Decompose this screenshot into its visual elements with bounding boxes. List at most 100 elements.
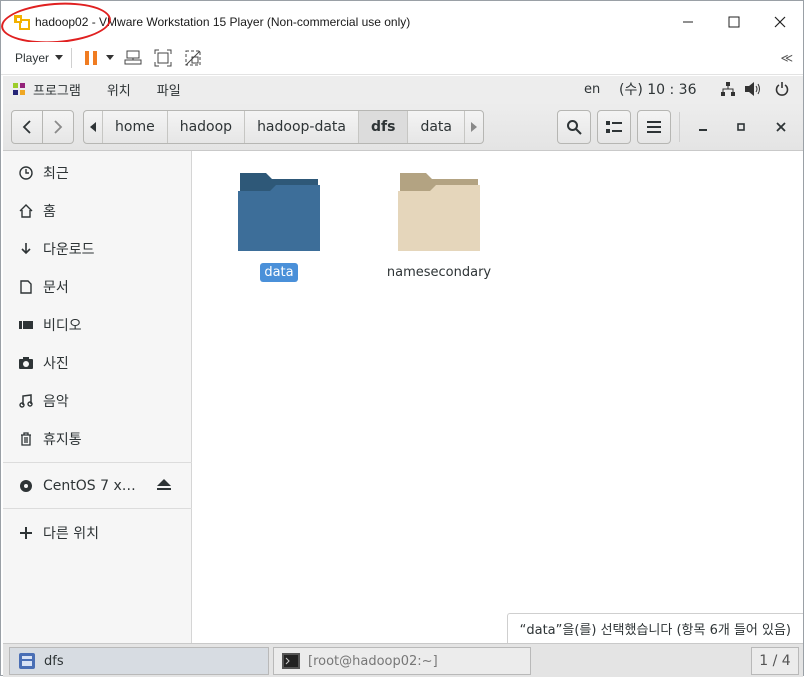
fullscreen-icon — [154, 49, 172, 67]
nautilus-close-button[interactable] — [767, 110, 795, 144]
selection-status: “data”을(를) 선택했습니다 (항목 6개 들어 있음) — [506, 613, 803, 643]
music-icon — [17, 392, 35, 410]
sidebar-item-pictures[interactable]: 사진 — [3, 344, 192, 382]
nautilus-maximize-button[interactable] — [727, 110, 755, 144]
power-icon[interactable] — [775, 81, 789, 97]
clock[interactable]: (수) 10 : 36 — [619, 79, 697, 99]
sidebar-item-other-locations[interactable]: 다른 위치 — [3, 514, 192, 552]
sidebar-divider — [3, 462, 192, 463]
eject-button[interactable] — [157, 479, 171, 495]
keyboard-network-icon — [124, 50, 142, 65]
folder-namesecondary[interactable]: namesecondary — [379, 171, 499, 282]
folder-data[interactable]: data — [219, 171, 339, 282]
title-bar[interactable]: hadoop02 - VMware Workstation 15 Player … — [0, 0, 803, 47]
list-view-icon — [606, 121, 622, 133]
back-button[interactable] — [11, 110, 43, 144]
pause-icon — [85, 51, 98, 65]
collapse-toolbar-button[interactable]: ≪ — [780, 51, 793, 65]
task-label: [root@hadoop02:~] — [308, 653, 438, 669]
task-dfs[interactable]: dfs — [9, 647, 269, 675]
minimize-icon — [699, 129, 707, 131]
fullscreen-button[interactable] — [148, 45, 178, 71]
sidebar-item-label: 비디오 — [43, 318, 82, 334]
path-scroll-left-button[interactable] — [84, 111, 103, 143]
send-ctrl-alt-del-button[interactable] — [118, 45, 148, 71]
files-menu[interactable]: 파일 — [157, 80, 181, 99]
chevron-right-icon — [54, 120, 63, 134]
folder-icon — [238, 173, 320, 251]
sidebar-item-videos[interactable]: 비디오 — [3, 306, 192, 344]
sidebar-item-home[interactable]: 홈 — [3, 192, 192, 230]
maximize-icon — [737, 123, 745, 131]
nautilus-minimize-button[interactable] — [689, 110, 717, 144]
home-icon — [17, 202, 35, 220]
sidebar-item-downloads[interactable]: 다운로드 — [3, 230, 192, 268]
download-icon — [17, 240, 35, 258]
close-window-button[interactable] — [757, 1, 803, 42]
view-toggle-button[interactable] — [597, 110, 631, 144]
sidebar-item-label: 문서 — [43, 280, 69, 296]
workspace-indicator[interactable]: 1 / 4 — [751, 647, 799, 675]
crumb-hadoop[interactable]: hadoop — [168, 111, 246, 143]
chevron-down-icon — [55, 55, 64, 60]
sidebar-item-label: 다운로드 — [43, 242, 95, 258]
triangle-right-icon — [471, 122, 478, 132]
input-language[interactable]: en — [584, 82, 600, 97]
file-manager-icon — [19, 653, 35, 669]
sidebar-item-label: CentOS 7 x… — [43, 478, 136, 494]
sidebar-divider — [3, 508, 192, 509]
volume-icon[interactable] — [745, 82, 761, 96]
sidebar-item-trash[interactable]: 휴지통 — [3, 420, 192, 458]
centos-logo-icon — [13, 83, 25, 95]
task-terminal[interactable]: [root@hadoop02:~] — [273, 647, 531, 675]
pause-button[interactable] — [80, 45, 102, 71]
sidebar-item-documents[interactable]: 문서 — [3, 268, 192, 306]
folder-icon — [398, 173, 480, 251]
player-menu-label: Player — [15, 51, 50, 65]
vmware-window: hadoop02 - VMware Workstation 15 Player … — [0, 0, 804, 677]
bottom-taskbar: dfs [root@hadoop02:~] 1 / 4 — [3, 643, 803, 677]
places-menu[interactable]: 위치 — [107, 80, 131, 99]
crumb-home[interactable]: home — [103, 111, 168, 143]
player-menu[interactable]: Player — [15, 51, 64, 65]
gnome-top-bar: 프로그램 위치 파일 en (수) 10 : 36 — [3, 76, 803, 102]
network-icon[interactable] — [721, 82, 735, 96]
path-scroll-right-button[interactable] — [465, 111, 483, 143]
crumb-hadoop-data[interactable]: hadoop-data — [245, 111, 360, 143]
search-button[interactable] — [557, 110, 591, 144]
minimize-button[interactable] — [665, 1, 711, 42]
plus-icon — [17, 524, 35, 542]
terminal-icon — [282, 653, 300, 669]
sidebar-item-recent[interactable]: 최근 — [3, 154, 192, 192]
vmware-app-icon — [13, 13, 31, 31]
toolbar-divider — [71, 48, 73, 68]
applications-menu[interactable]: 프로그램 — [33, 80, 81, 99]
video-icon — [17, 316, 35, 334]
document-icon — [17, 278, 35, 296]
camera-icon — [17, 354, 35, 372]
sidebar-item-music[interactable]: 음악 — [3, 382, 192, 420]
chevron-left-icon — [22, 120, 31, 134]
sidebar-item-label: 홈 — [43, 204, 56, 220]
disc-icon — [17, 477, 35, 495]
crumb-dfs[interactable]: dfs — [359, 111, 409, 143]
sidebar-item-label: 다른 위치 — [43, 526, 99, 542]
task-label: dfs — [44, 653, 64, 669]
menu-button[interactable] — [637, 110, 671, 144]
forward-button[interactable] — [42, 110, 74, 144]
nautilus-header-bar: home hadoop hadoop-data dfs data — [3, 102, 803, 151]
clock-icon — [17, 164, 35, 182]
eject-icon — [157, 479, 171, 490]
sidebar: 최근 홈 다운로드 문서 비디오 사진 음악 휴지통 CentOS 7 x… 다… — [3, 151, 192, 643]
triangle-left-icon — [90, 122, 96, 132]
sidebar-item-label: 음악 — [43, 394, 69, 410]
file-view[interactable]: data namesecondary “data”을(를) 선택했습니다 (항목… — [193, 151, 803, 643]
maximize-button[interactable] — [711, 1, 757, 42]
crumb-data[interactable]: data — [408, 111, 466, 143]
unity-button[interactable] — [178, 45, 208, 71]
chevron-down-icon — [106, 55, 115, 60]
sidebar-item-device[interactable]: CentOS 7 x… — [3, 467, 192, 505]
sidebar-item-label: 최근 — [43, 166, 69, 182]
search-icon — [567, 120, 582, 135]
pause-dropdown[interactable] — [102, 45, 118, 71]
